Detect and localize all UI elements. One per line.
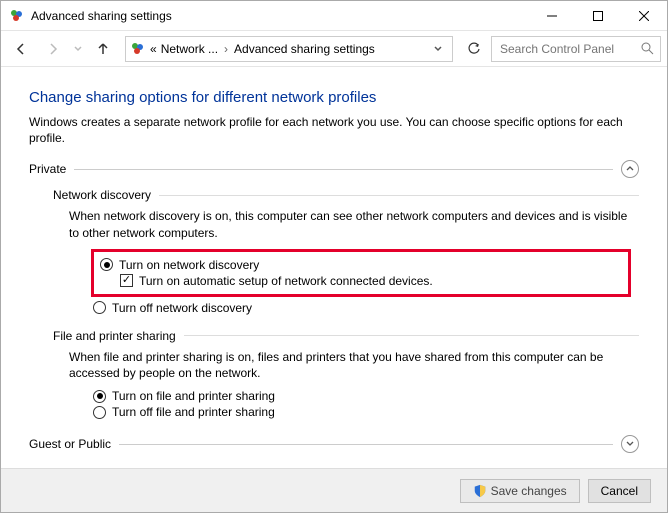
- expand-guest-button[interactable]: [621, 435, 639, 453]
- checkbox-auto-setup[interactable]: ✓: [120, 274, 133, 287]
- breadcrumb-item[interactable]: Network ...: [161, 42, 218, 56]
- minimize-button[interactable]: [529, 1, 575, 31]
- network-discovery-desc: When network discovery is on, this compu…: [69, 208, 639, 240]
- radio-label: Turn off network discovery: [112, 301, 252, 315]
- forward-button[interactable]: [39, 35, 67, 63]
- page-heading: Change sharing options for different net…: [29, 89, 639, 106]
- nav-toolbar: « Network ... › Advanced sharing setting…: [1, 31, 667, 67]
- save-changes-label: Save changes: [491, 484, 567, 498]
- checkbox-label: Turn on automatic setup of network conne…: [139, 274, 433, 288]
- window-controls: [529, 1, 667, 31]
- chevron-up-icon: [626, 165, 634, 173]
- maximize-icon: [593, 11, 603, 21]
- file-printer-sharing-heading: File and printer sharing: [53, 329, 176, 343]
- file-printer-sharing-desc: When file and printer sharing is on, fil…: [69, 349, 639, 381]
- radio-turn-off-network-discovery[interactable]: [93, 301, 106, 314]
- minimize-icon: [547, 11, 557, 21]
- network-discovery-heading: Network discovery: [53, 188, 151, 202]
- close-icon: [639, 11, 649, 21]
- section-private-title: Private: [29, 162, 66, 176]
- maximize-button[interactable]: [575, 1, 621, 31]
- title-bar: Advanced sharing settings: [1, 1, 667, 31]
- breadcrumb-root[interactable]: «: [150, 42, 157, 56]
- back-arrow-icon: [13, 41, 29, 57]
- separator-icon: ›: [222, 42, 230, 56]
- divider: [184, 335, 639, 336]
- control-panel-icon: [9, 8, 25, 24]
- chevron-down-icon: [434, 45, 442, 53]
- radio-label: Turn off file and printer sharing: [112, 405, 275, 419]
- radio-label: Turn on network discovery: [119, 258, 259, 272]
- shield-icon: [473, 484, 487, 498]
- radio-turn-on-file-printer[interactable]: [93, 390, 106, 403]
- radio-turn-off-file-printer[interactable]: [93, 406, 106, 419]
- divider: [74, 169, 613, 170]
- collapse-private-button[interactable]: [621, 160, 639, 178]
- search-input[interactable]: [498, 41, 628, 57]
- search-icon: [641, 42, 654, 55]
- divider: [119, 444, 613, 445]
- highlighted-region: Turn on network discovery ✓ Turn on auto…: [91, 249, 631, 297]
- radio-label: Turn on file and printer sharing: [112, 389, 275, 403]
- radio-turn-on-network-discovery[interactable]: [100, 258, 113, 271]
- cancel-button[interactable]: Cancel: [588, 479, 651, 503]
- content-area: Change sharing options for different net…: [1, 67, 667, 470]
- divider: [159, 195, 639, 196]
- forward-arrow-icon: [45, 41, 61, 57]
- up-button[interactable]: [89, 35, 117, 63]
- refresh-icon: [467, 42, 481, 56]
- save-changes-button[interactable]: Save changes: [460, 479, 580, 503]
- up-arrow-icon: [95, 41, 111, 57]
- control-panel-icon: [130, 41, 146, 57]
- cancel-label: Cancel: [601, 484, 638, 498]
- page-intro: Windows creates a separate network profi…: [29, 114, 639, 146]
- search-box[interactable]: [491, 36, 661, 62]
- refresh-button[interactable]: [461, 36, 487, 62]
- footer-bar: Save changes Cancel: [1, 468, 667, 512]
- recent-locations-button[interactable]: [71, 35, 85, 63]
- close-button[interactable]: [621, 1, 667, 31]
- section-guest-title: Guest or Public: [29, 437, 111, 451]
- chevron-down-icon: [74, 45, 82, 53]
- back-button[interactable]: [7, 35, 35, 63]
- window-title: Advanced sharing settings: [31, 9, 172, 23]
- breadcrumb-item[interactable]: Advanced sharing settings: [234, 42, 375, 56]
- address-dropdown-button[interactable]: [428, 45, 448, 53]
- address-bar[interactable]: « Network ... › Advanced sharing setting…: [125, 36, 453, 62]
- chevron-down-icon: [626, 440, 634, 448]
